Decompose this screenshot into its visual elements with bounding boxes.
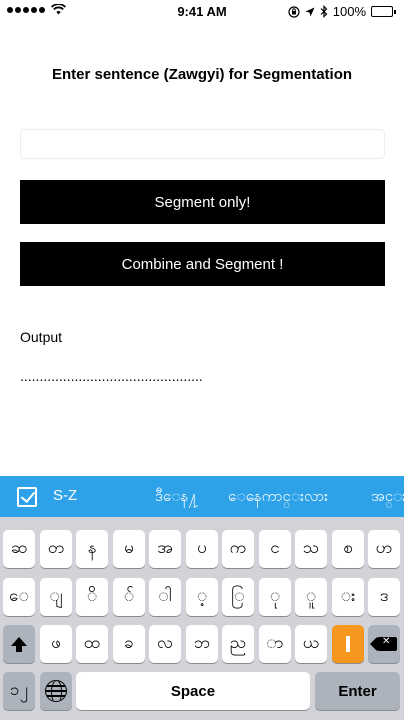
backspace-key[interactable] [368,625,400,663]
checkbox-icon[interactable] [17,486,37,507]
status-bar: 9:41 AM 100% [0,0,404,22]
key[interactable]: ည [222,625,254,663]
battery-icon [371,6,396,17]
suggestion-item[interactable]: ဒီေန႔ [155,487,199,509]
location-icon [305,7,315,16]
key[interactable]: ဟ [368,530,400,568]
numbers-key[interactable]: ၁၂ [3,672,35,710]
page-title: Enter sentence (Zawgyi) for Segmentation [51,66,353,83]
keyboard: ဆ တ န မ အ ပ က င သ စ ဟ ေ ျ ိ ် ါ ့ ြ ု ူ … [0,517,404,720]
key[interactable]: ထ [76,625,108,663]
key[interactable]: ဖ [40,625,72,663]
globe-key[interactable] [40,672,72,710]
key[interactable]: ာ [259,625,291,663]
key[interactable]: ိ [76,578,108,616]
key[interactable]: င [259,530,291,568]
key[interactable]: မ [113,530,145,568]
combine-and-segment-button[interactable]: Combine and Segment ! [20,242,385,286]
bluetooth-icon [320,5,328,18]
enter-key[interactable]: Enter [315,672,400,710]
sentence-input[interactable] [20,129,385,159]
key[interactable]: ူ [295,578,327,616]
key[interactable]: သ [295,530,327,568]
output-value: ........................................… [20,368,203,384]
key[interactable]: ျ [40,578,72,616]
suggestion-bar: S-Z ဒီေန႔ ေနေကာင္းလား အင္း [0,476,404,517]
key[interactable]: ဘ [186,625,218,663]
status-right-group: 100% [288,4,396,19]
key[interactable]: ြ [222,578,254,616]
key[interactable]: ့ [186,578,218,616]
key[interactable]: ခ [113,625,145,663]
backspace-icon [370,636,397,651]
key[interactable]: ယ [295,625,327,663]
key[interactable]: ် [113,578,145,616]
key[interactable]: ဒ [368,578,400,616]
suggestion-item[interactable]: အင္း [371,487,404,509]
cursor-key[interactable] [332,625,364,663]
output-label: Output [20,329,63,345]
shift-key[interactable] [3,625,35,663]
orientation-lock-icon [288,5,300,18]
battery-percent: 100% [332,4,366,19]
key[interactable]: ေ [3,578,35,616]
segment-only-button[interactable]: Segment only! [20,180,385,224]
key[interactable]: အ [149,530,181,568]
space-key[interactable]: Space [76,672,310,710]
key[interactable]: ပ [186,530,218,568]
key[interactable]: စ [332,530,364,568]
key[interactable]: း [332,578,364,616]
suggestion-item[interactable]: ေနေကာင္းလား [228,487,328,509]
key[interactable]: က [222,530,254,568]
cursor-icon [346,636,350,652]
key[interactable]: ဆ [3,530,35,568]
suggestion-item[interactable]: S-Z [53,487,77,504]
key[interactable]: ါ [149,578,181,616]
shift-icon [11,636,27,652]
key[interactable]: ု [259,578,291,616]
key[interactable]: တ [40,530,72,568]
key[interactable]: န [76,530,108,568]
key[interactable]: လ [149,625,181,663]
globe-icon [45,680,67,702]
